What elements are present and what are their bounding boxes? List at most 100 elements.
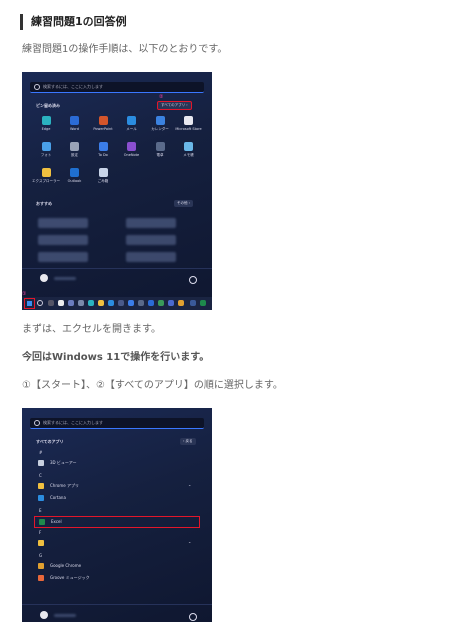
pinned-app-label: メール	[126, 127, 137, 131]
pinned-app[interactable]: エクスプローラー	[32, 168, 60, 184]
power-icon[interactable]	[189, 613, 197, 621]
taskbar-app-icon[interactable]	[138, 300, 144, 306]
app-list-item[interactable]: 3D ビューアー	[34, 458, 198, 468]
taskbar-app-icon[interactable]	[178, 300, 184, 306]
letter-header[interactable]: E	[39, 508, 42, 513]
recommended-item[interactable]	[38, 218, 88, 228]
recommended-item[interactable]	[126, 252, 176, 262]
pinned-app[interactable]: OneNote	[118, 142, 146, 157]
search-icon	[34, 420, 40, 426]
pinned-app-label: メモ帳	[183, 153, 194, 157]
pinned-app[interactable]: カレンダー	[146, 116, 174, 132]
letter-header[interactable]: F	[39, 530, 41, 535]
folder-icon[interactable]	[98, 300, 104, 306]
user-avatar[interactable]	[40, 274, 48, 282]
app-list-item[interactable]: Google Chrome	[34, 561, 198, 571]
todo-icon	[98, 142, 108, 151]
taskbar: ①	[22, 291, 212, 310]
taskbar-app-icon[interactable]	[118, 300, 124, 306]
pinned-app[interactable]: PowerPoint	[89, 116, 117, 131]
pinned-app-label: フォト	[40, 153, 52, 157]
chevron-down-icon[interactable]: ⌄	[188, 539, 191, 544]
letter-header[interactable]: #	[39, 450, 42, 455]
pinned-app-label: To Do	[98, 153, 108, 157]
letter-header[interactable]: C	[39, 473, 42, 478]
search-icon[interactable]	[37, 300, 43, 306]
taskbar-app-icon[interactable]	[200, 300, 206, 306]
divider	[22, 268, 212, 269]
step-text-2: 今回はWindows 11で操作を行います。	[22, 352, 210, 363]
taskbar-app-icon[interactable]	[128, 300, 134, 306]
pinned-app[interactable]: Word	[61, 116, 89, 131]
taskbar-app-icon[interactable]	[168, 300, 174, 306]
recommended-item[interactable]	[38, 252, 88, 262]
start-menu-screenshot: 検索するには、ここに入力します ピン留め済み ② すべてのアプリ › Edge W…	[22, 72, 212, 310]
recommended-item[interactable]	[126, 235, 176, 245]
power-icon[interactable]	[189, 276, 197, 284]
mail-icon[interactable]	[108, 300, 114, 306]
pinned-app[interactable]: Microsoft Store	[175, 116, 203, 131]
intro-text: 練習問題1の操作手順は、以下のとおりです。	[22, 44, 228, 55]
pinned-app[interactable]: メモ帳	[175, 142, 203, 158]
folder-icon	[38, 482, 44, 489]
app-list-label: Groove ミュージック	[50, 575, 90, 580]
calendar-icon	[155, 116, 165, 125]
pinned-app[interactable]: 電卓	[146, 142, 174, 158]
user-avatar[interactable]	[40, 611, 48, 619]
settings-icon	[70, 142, 79, 151]
pinned-app[interactable]: フォト	[32, 142, 60, 158]
powerpoint-icon	[98, 116, 108, 125]
taskbar-app-icon[interactable]	[190, 300, 196, 306]
recommended-item[interactable]	[38, 235, 88, 245]
all-apps-search-bar: 検索するには、ここに入力します	[30, 418, 204, 429]
pinned-label: ピン留め済み	[36, 103, 60, 108]
pinned-app[interactable]: 設定	[61, 142, 89, 158]
app-list-item[interactable]: ⌄	[34, 538, 198, 548]
step-marker-2: ②	[159, 94, 164, 100]
edge-icon	[41, 116, 51, 125]
taskbar-app-icon[interactable]	[148, 300, 154, 306]
app-list-item[interactable]: Groove ミュージック	[34, 573, 198, 583]
pinned-app-label: 電卓	[156, 153, 164, 157]
app-list-label: Chrome アプリ	[50, 482, 79, 488]
more-button[interactable]: その他 ›	[174, 200, 194, 207]
pinned-app[interactable]: To Do	[89, 142, 117, 157]
folder-icon	[41, 168, 51, 177]
store-icon	[184, 116, 193, 125]
all-apps-title: すべてのアプリ	[36, 439, 64, 444]
widgets-icon[interactable]	[58, 300, 64, 306]
photos-icon	[41, 142, 51, 151]
pinned-app-label: PowerPoint	[93, 127, 113, 131]
all-apps-screenshot: 検索するには、ここに入力します すべてのアプリ ‹ 戻る #3D ビューアー C C…	[22, 408, 212, 622]
start-button[interactable]	[24, 298, 35, 309]
pinned-app[interactable]: Edge	[32, 116, 60, 131]
all-apps-button[interactable]: すべてのアプリ ›	[157, 101, 192, 110]
chevron-down-icon[interactable]: ⌄	[188, 482, 191, 487]
taskview-icon[interactable]	[48, 300, 54, 306]
word-icon	[70, 116, 79, 125]
groove-icon	[38, 575, 44, 581]
letter-header[interactable]: G	[39, 553, 42, 558]
pinned-app[interactable]: ごみ箱	[89, 168, 117, 184]
chat-icon[interactable]	[68, 300, 74, 306]
app-list-item[interactable]: Excel	[34, 515, 200, 528]
pinned-app[interactable]: Outlook	[61, 168, 89, 183]
calculator-icon	[155, 142, 165, 151]
pinned-app-label: ごみ箱	[97, 179, 109, 183]
folder-icon	[38, 540, 44, 546]
taskbar-app-icon[interactable]	[78, 300, 84, 306]
app-list-label: 3D ビューアー	[50, 460, 77, 465]
taskbar-app-icon[interactable]	[158, 300, 164, 306]
app-list-label: Google Chrome	[50, 562, 82, 568]
recommended-item[interactable]	[126, 218, 176, 228]
app-list-label: Excel	[51, 518, 62, 524]
pinned-app[interactable]: メール	[118, 116, 146, 132]
pinned-app-label: Outlook	[67, 179, 82, 183]
recommended-label: おすすめ	[36, 201, 52, 206]
edge-icon[interactable]	[88, 300, 94, 306]
app-list-item[interactable]: Cortana	[34, 493, 198, 503]
app-list-item[interactable]: Chrome アプリ ⌄	[34, 481, 198, 491]
outlook-icon	[70, 168, 79, 177]
recycle-bin-icon	[98, 168, 108, 177]
back-button[interactable]: ‹ 戻る	[180, 438, 196, 445]
